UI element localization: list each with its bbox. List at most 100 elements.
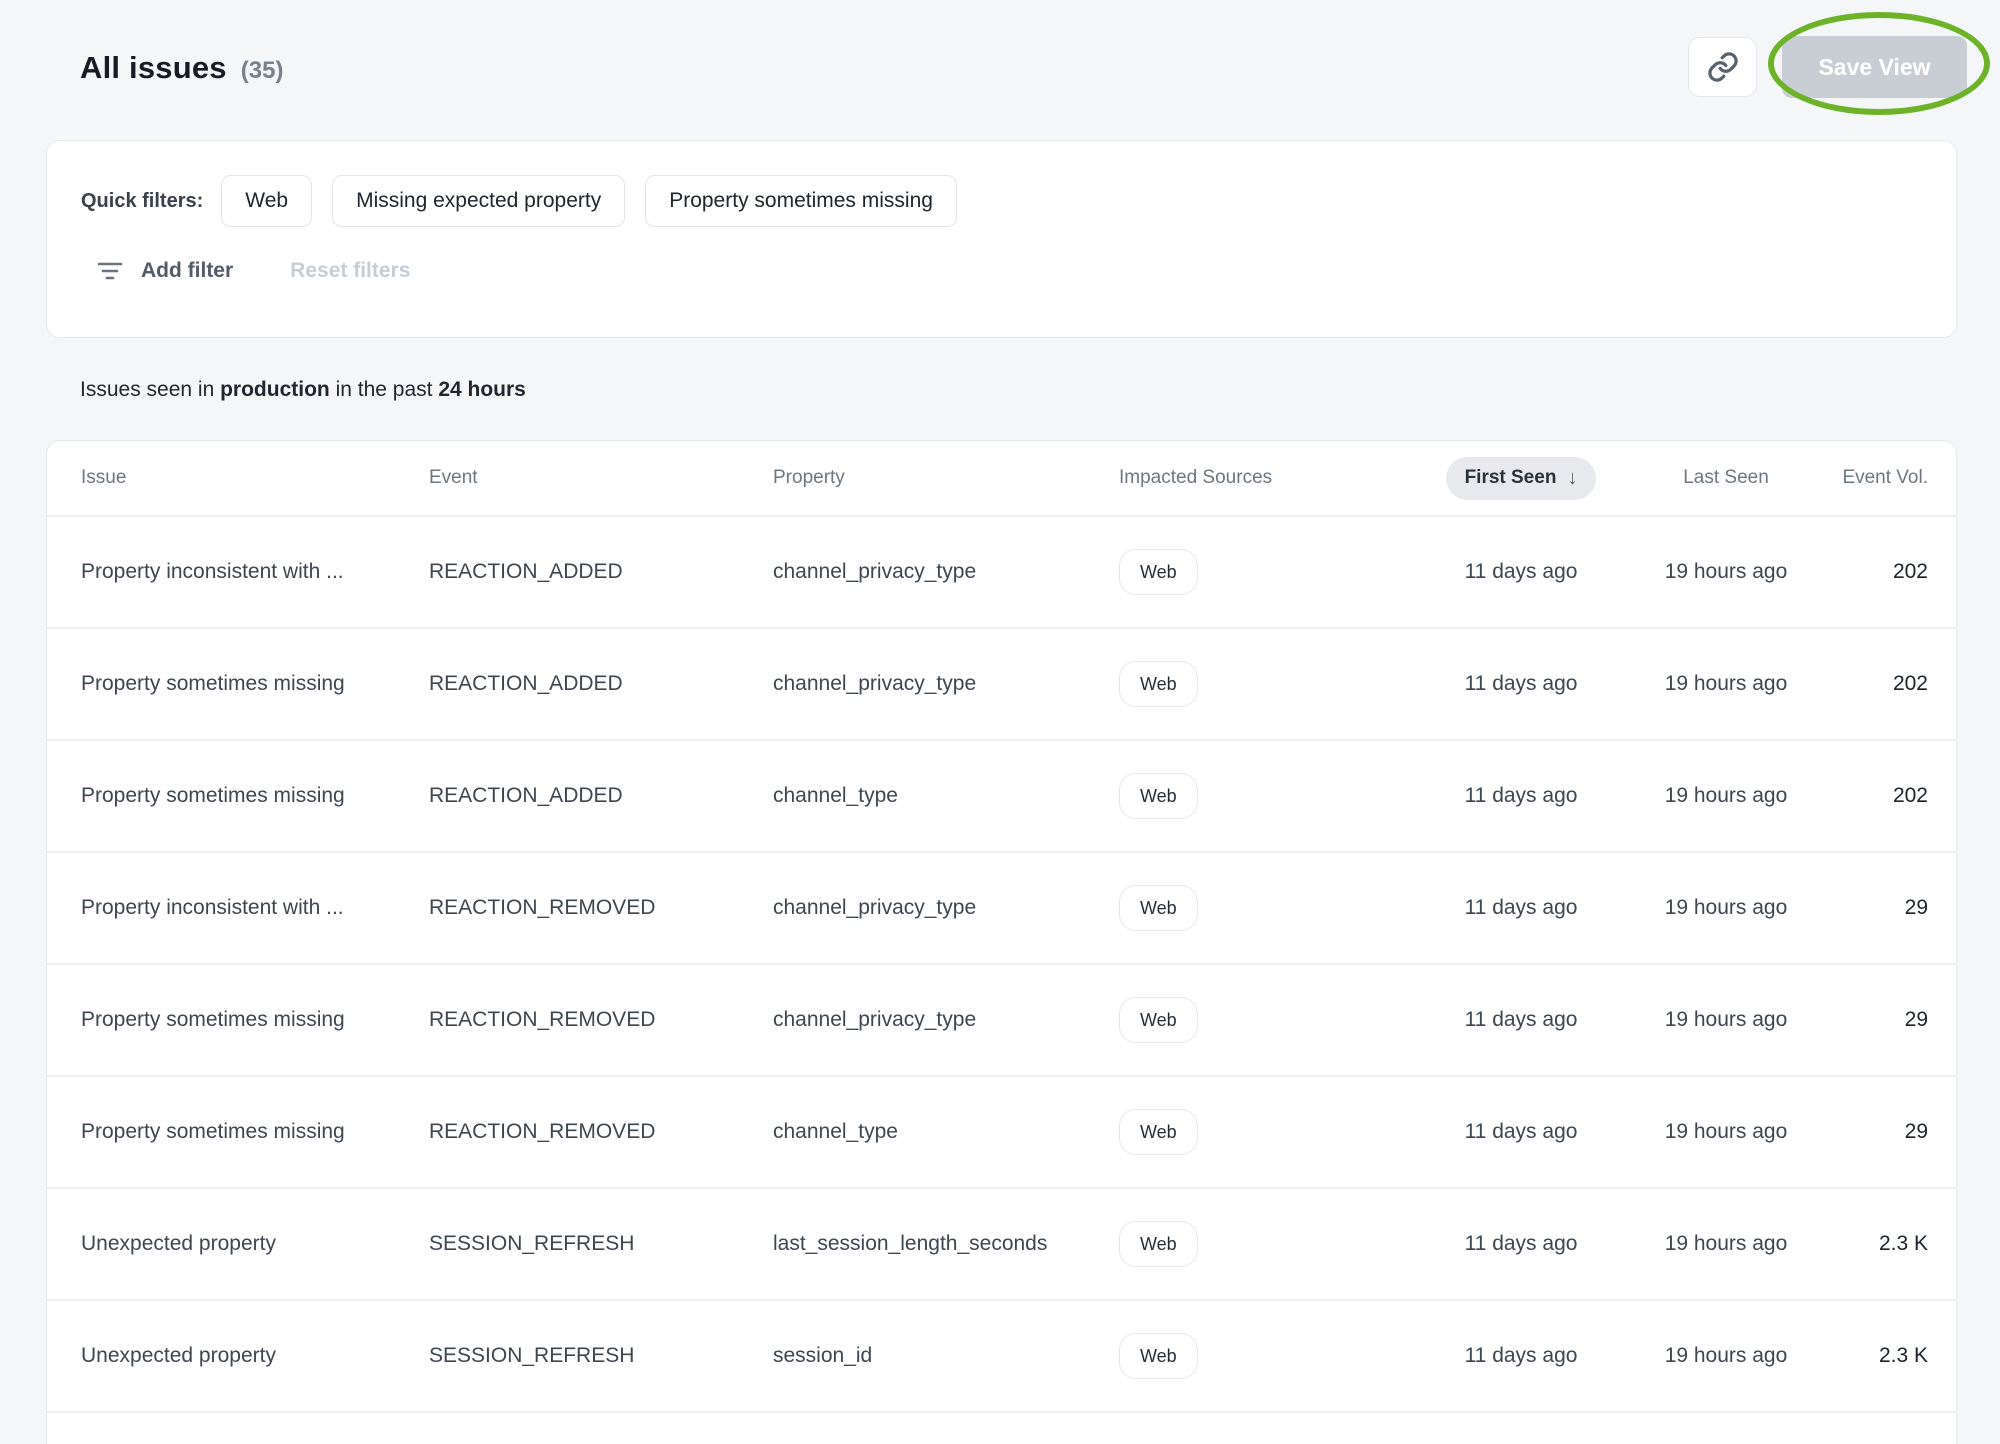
issue-cell: Property sometimes missing (81, 1120, 429, 1144)
event-volume-cell: 2.3 K (1831, 1344, 1928, 1368)
save-view-button[interactable]: Save View (1782, 36, 1967, 98)
source-badge-web: Web (1119, 1109, 1198, 1155)
impacted-sources-cell: Web (1119, 549, 1421, 595)
table-row[interactable]: Unexpected property SESSION_REFRESH last… (47, 1189, 1956, 1301)
filter-lines-icon (96, 259, 124, 283)
issue-cell: Property sometimes missing (81, 784, 429, 808)
table-row[interactable]: Property inconsistent with ... REACTION_… (47, 853, 1956, 965)
first-seen-cell: 11 days ago (1421, 1120, 1621, 1144)
last-seen-cell: 19 hours ago (1621, 1232, 1831, 1256)
first-seen-cell: 11 days ago (1421, 1008, 1621, 1032)
issues-table: Issue Event Property Impacted Sources Fi… (46, 440, 1957, 1444)
issue-cell: Property sometimes missing (81, 1008, 429, 1032)
source-badge-web: Web (1119, 549, 1198, 595)
issue-cell: Unexpected property (81, 1232, 429, 1256)
last-seen-cell: 19 hours ago (1621, 1344, 1831, 1368)
copy-link-button[interactable] (1688, 37, 1757, 97)
table-row[interactable]: Property sometimes missing REACTION_ADDE… (47, 741, 1956, 853)
first-seen-cell: 11 days ago (1421, 784, 1621, 808)
column-header-event[interactable]: Event (429, 467, 773, 489)
scope-prefix: Issues seen in (80, 378, 220, 401)
last-seen-cell: 19 hours ago (1621, 560, 1831, 584)
quick-filter-property-sometimes-missing[interactable]: Property sometimes missing (645, 175, 957, 227)
impacted-sources-cell: Web (1119, 661, 1421, 707)
impacted-sources-cell: Web (1119, 885, 1421, 931)
column-header-issue[interactable]: Issue (81, 467, 429, 489)
column-header-property[interactable]: Property (773, 467, 1119, 489)
table-row-partial[interactable] (47, 1413, 1956, 1444)
first-seen-cell: 11 days ago (1421, 1232, 1621, 1256)
event-cell: REACTION_ADDED (429, 560, 773, 584)
impacted-sources-cell: Web (1119, 1109, 1421, 1155)
event-cell: REACTION_REMOVED (429, 1008, 773, 1032)
event-volume-cell: 2.3 K (1831, 1232, 1928, 1256)
first-seen-cell: 11 days ago (1421, 1344, 1621, 1368)
event-volume-cell: 202 (1831, 672, 1928, 696)
scope-middle: in the past (330, 378, 439, 401)
issue-cell: Property inconsistent with ... (81, 560, 429, 584)
event-cell: REACTION_REMOVED (429, 1120, 773, 1144)
source-badge-web: Web (1119, 773, 1198, 819)
filter-actions-row: Add filter Reset filters (81, 259, 1956, 283)
event-volume-cell: 29 (1831, 896, 1928, 920)
property-cell: channel_privacy_type (773, 1008, 1119, 1032)
quick-filter-web[interactable]: Web (221, 175, 312, 227)
event-volume-cell: 29 (1831, 1008, 1928, 1032)
impacted-sources-cell: Web (1119, 997, 1421, 1043)
event-volume-cell: 202 (1831, 784, 1928, 808)
issue-cell: Property sometimes missing (81, 672, 429, 696)
sort-desc-arrow-icon: ↓ (1567, 467, 1577, 490)
event-cell: SESSION_REFRESH (429, 1232, 773, 1256)
event-cell: REACTION_ADDED (429, 784, 773, 808)
scope-time-range: 24 hours (438, 378, 526, 401)
quick-filter-missing-expected-property[interactable]: Missing expected property (332, 175, 625, 227)
issue-cell: Unexpected property (81, 1344, 429, 1368)
quick-filters-label: Quick filters: (81, 190, 203, 213)
last-seen-cell: 19 hours ago (1621, 896, 1831, 920)
first-seen-cell: 11 days ago (1421, 560, 1621, 584)
filters-panel: Quick filters: Web Missing expected prop… (46, 140, 1957, 338)
table-row[interactable]: Property sometimes missing REACTION_REMO… (47, 965, 1956, 1077)
table-row[interactable]: Property sometimes missing REACTION_REMO… (47, 1077, 1956, 1189)
impacted-sources-cell: Web (1119, 1221, 1421, 1267)
first-seen-label: First Seen (1465, 467, 1557, 489)
scope-environment: production (220, 378, 330, 401)
impacted-sources-cell: Web (1119, 1333, 1421, 1379)
impacted-sources-cell: Web (1119, 773, 1421, 819)
table-row[interactable]: Unexpected property SESSION_REFRESH sess… (47, 1301, 1956, 1413)
property-cell: last_session_length_seconds (773, 1232, 1119, 1256)
property-cell: channel_type (773, 784, 1119, 808)
last-seen-cell: 19 hours ago (1621, 672, 1831, 696)
source-badge-web: Web (1119, 885, 1198, 931)
issues-count: (35) (241, 57, 284, 85)
page-title: All issues (80, 50, 227, 86)
quick-filters-row: Quick filters: Web Missing expected prop… (81, 175, 1956, 227)
column-header-first-seen[interactable]: First Seen ↓ (1446, 457, 1597, 500)
column-header-last-seen[interactable]: Last Seen (1683, 467, 1769, 489)
first-seen-cell: 11 days ago (1421, 672, 1621, 696)
property-cell: channel_privacy_type (773, 560, 1119, 584)
last-seen-cell: 19 hours ago (1621, 1008, 1831, 1032)
table-row[interactable]: Property sometimes missing REACTION_ADDE… (47, 629, 1956, 741)
source-badge-web: Web (1119, 1333, 1198, 1379)
event-cell: REACTION_REMOVED (429, 896, 773, 920)
issues-scope-text: Issues seen in production in the past 24… (80, 378, 526, 402)
last-seen-cell: 19 hours ago (1621, 1120, 1831, 1144)
source-badge-web: Web (1119, 997, 1198, 1043)
add-filter-button[interactable]: Add filter (141, 259, 233, 283)
reset-filters-button[interactable]: Reset filters (290, 259, 410, 283)
event-volume-cell: 29 (1831, 1120, 1928, 1144)
event-volume-cell: 202 (1831, 560, 1928, 584)
table-row[interactable]: Property inconsistent with ... REACTION_… (47, 517, 1956, 629)
page-header: All issues (35) (80, 50, 283, 86)
property-cell: channel_privacy_type (773, 896, 1119, 920)
column-header-impacted-sources[interactable]: Impacted Sources (1119, 467, 1421, 489)
issue-cell: Property inconsistent with ... (81, 896, 429, 920)
property-cell: session_id (773, 1344, 1119, 1368)
column-header-event-vol[interactable]: Event Vol. (1842, 467, 1928, 489)
source-badge-web: Web (1119, 1221, 1198, 1267)
source-badge-web: Web (1119, 661, 1198, 707)
property-cell: channel_type (773, 1120, 1119, 1144)
first-seen-sort-pill[interactable]: First Seen ↓ (1446, 457, 1597, 500)
property-cell: channel_privacy_type (773, 672, 1119, 696)
